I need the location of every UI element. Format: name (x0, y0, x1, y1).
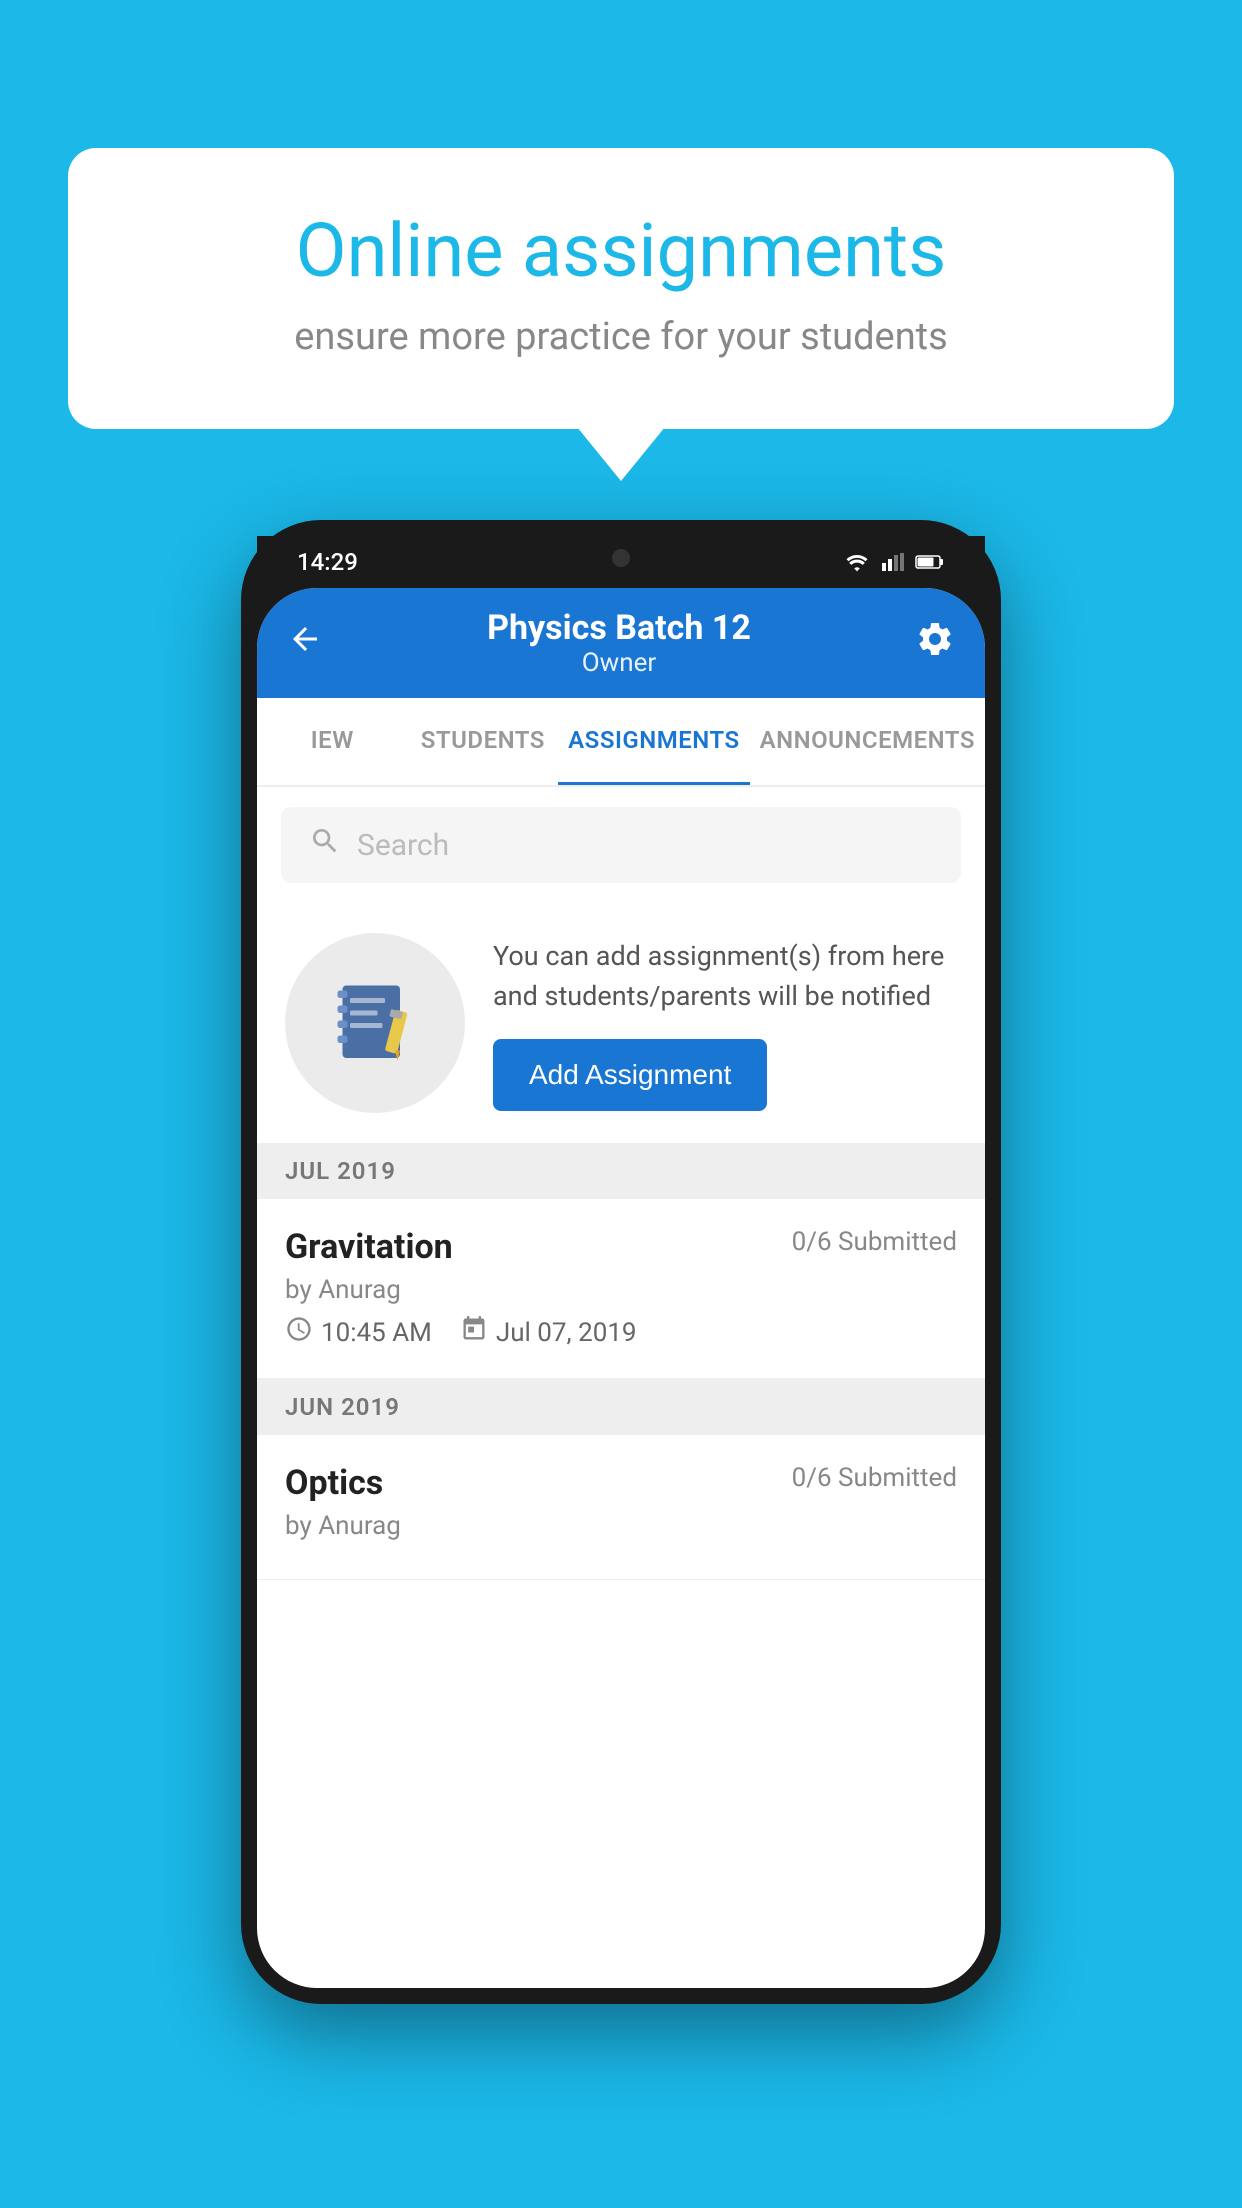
search-icon (309, 825, 341, 865)
tab-iew[interactable]: IEW (257, 698, 408, 785)
phone-screen: Physics Batch 12 Owner IEW STUDENTS (257, 588, 985, 1988)
phone-wrapper: 14:29 (241, 520, 1001, 2004)
battery-icon (915, 551, 945, 573)
bubble-subtitle: ensure more practice for your students (148, 315, 1094, 359)
speech-bubble: Online assignments ensure more practice … (68, 148, 1174, 429)
tabs: IEW STUDENTS ASSIGNMENTS ANNOUNCEMENTS (257, 698, 985, 787)
assignment-time: 10:45 AM (285, 1315, 432, 1350)
assignment-row1-optics: Optics 0/6 Submitted (285, 1463, 957, 1503)
assignment-item-gravitation[interactable]: Gravitation 0/6 Submitted by Anurag 10:4… (257, 1199, 985, 1379)
assignment-time-value: 10:45 AM (321, 1318, 432, 1348)
status-icons (843, 551, 945, 573)
app-header: Physics Batch 12 Owner (257, 588, 985, 698)
search-container: Search (257, 787, 985, 903)
promo-text: You can add assignment(s) from here and … (493, 936, 957, 1017)
settings-button[interactable] (915, 619, 955, 668)
notch (571, 536, 671, 572)
tab-announcements[interactable]: ANNOUNCEMENTS (750, 698, 985, 785)
header-subtitle: Owner (487, 648, 751, 678)
promo-section: You can add assignment(s) from here and … (257, 903, 985, 1143)
status-bar: 14:29 (257, 536, 985, 588)
tab-students[interactable]: STUDENTS (408, 698, 559, 785)
assignment-date: Jul 07, 2019 (460, 1315, 637, 1350)
assignment-row1: Gravitation 0/6 Submitted (285, 1227, 957, 1267)
speech-bubble-wrapper: Online assignments ensure more practice … (68, 148, 1174, 429)
camera-icon (612, 549, 630, 567)
assignment-item-optics[interactable]: Optics 0/6 Submitted by Anurag (257, 1435, 985, 1580)
promo-content: You can add assignment(s) from here and … (493, 936, 957, 1111)
assignment-name-optics: Optics (285, 1463, 383, 1503)
assignment-submitted-optics: 0/6 Submitted (792, 1463, 957, 1493)
assignment-by-optics: by Anurag (285, 1511, 957, 1541)
promo-icon-circle (285, 933, 465, 1113)
calendar-icon (460, 1315, 488, 1350)
header-title: Physics Batch 12 (487, 608, 751, 648)
add-assignment-button[interactable]: Add Assignment (493, 1039, 767, 1111)
notebook-icon (325, 973, 425, 1073)
clock-icon (285, 1315, 313, 1350)
assignment-meta: 10:45 AM Jul 07, 2019 (285, 1315, 957, 1350)
assignment-submitted: 0/6 Submitted (792, 1227, 957, 1257)
phone-outer: 14:29 (241, 520, 1001, 2004)
signal-icon (881, 551, 905, 573)
search-box[interactable]: Search (281, 807, 961, 883)
assignment-date-value: Jul 07, 2019 (496, 1318, 637, 1348)
tab-assignments[interactable]: ASSIGNMENTS (558, 698, 749, 785)
month-separator-jul: JUL 2019 (257, 1143, 985, 1199)
month-separator-jun: JUN 2019 (257, 1379, 985, 1435)
assignment-name: Gravitation (285, 1227, 453, 1267)
assignment-by: by Anurag (285, 1275, 957, 1305)
status-time: 14:29 (297, 548, 358, 576)
wifi-icon (843, 551, 871, 573)
bubble-title: Online assignments (148, 208, 1094, 295)
header-center: Physics Batch 12 Owner (487, 608, 751, 678)
back-button[interactable] (287, 621, 323, 666)
search-placeholder: Search (357, 828, 449, 863)
